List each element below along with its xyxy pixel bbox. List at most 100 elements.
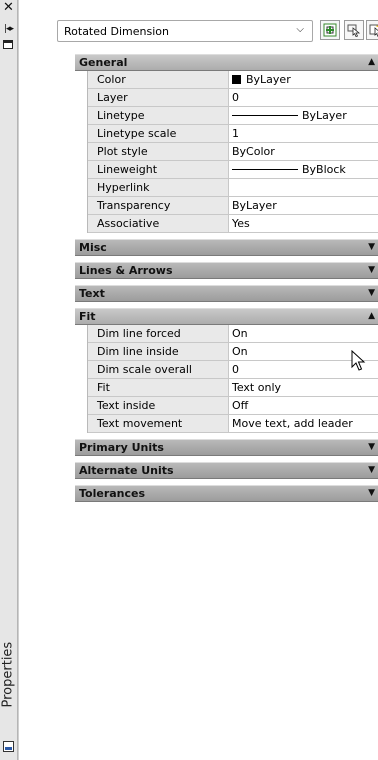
expand-arrow-icon[interactable]: ▼ xyxy=(368,442,375,452)
property-label: Linetype xyxy=(88,107,229,124)
property-value[interactable]: 0 xyxy=(229,89,378,106)
property-label: Dim line inside xyxy=(88,343,229,360)
property-label: Linetype scale xyxy=(88,125,229,142)
category-header[interactable]: Tolerances ▼ xyxy=(75,485,378,502)
mouse-cursor-icon xyxy=(351,350,366,371)
category-label: General xyxy=(79,56,128,69)
property-row[interactable]: Lineweight ByBlock xyxy=(88,161,378,179)
expand-arrow-icon[interactable]: ▼ xyxy=(368,265,375,275)
property-value[interactable]: 1 xyxy=(229,125,378,142)
property-label: Color xyxy=(88,71,229,88)
property-value-text: On xyxy=(232,345,248,358)
quick-select-button[interactable] xyxy=(366,20,378,40)
property-label: Fit xyxy=(88,379,229,396)
property-value-text: ByColor xyxy=(232,145,275,158)
line-sample-icon xyxy=(232,169,298,170)
properties-panel: Rotated Dimension ⌵ General ▲ Color ByLa… xyxy=(18,0,378,760)
property-row[interactable]: Layer 0 xyxy=(88,89,378,107)
property-value[interactable]: ByColor xyxy=(229,143,378,160)
property-value[interactable]: On xyxy=(229,325,378,342)
property-value-text: ByBlock xyxy=(302,163,346,176)
selection-toolbar: Rotated Dimension ⌵ xyxy=(57,20,378,44)
property-row[interactable]: Fit Text only xyxy=(88,379,378,397)
property-row[interactable]: Color ByLayer xyxy=(88,71,378,89)
property-row[interactable]: Text movement Move text, add leader xyxy=(88,415,378,433)
property-label: Plot style xyxy=(88,143,229,160)
property-row[interactable]: Text inside Off xyxy=(88,397,378,415)
property-label: Layer xyxy=(88,89,229,106)
property-label: Text inside xyxy=(88,397,229,414)
property-label: Transparency xyxy=(88,197,229,214)
property-value-text: On xyxy=(232,327,248,340)
close-icon[interactable]: ✕ xyxy=(3,1,14,14)
palette-title-strip[interactable]: ✕ |◂▸ Properties xyxy=(0,0,18,760)
expand-arrow-icon[interactable]: ▼ xyxy=(368,488,375,498)
expand-arrow-icon[interactable]: ▼ xyxy=(368,288,375,298)
palette-title: Properties xyxy=(0,641,16,708)
property-value[interactable] xyxy=(229,179,378,196)
property-row[interactable]: Hyperlink xyxy=(88,179,378,197)
property-value[interactable]: Move text, add leader xyxy=(229,415,378,432)
pickadd-icon xyxy=(323,23,337,37)
property-value[interactable]: Off xyxy=(229,397,378,414)
property-value[interactable]: Text only xyxy=(229,379,378,396)
property-label: Dim scale overall xyxy=(88,361,229,378)
collapse-arrow-icon[interactable]: ▲ xyxy=(368,311,375,321)
object-type-value: Rotated Dimension xyxy=(64,25,169,38)
category-header[interactable]: General ▲ xyxy=(75,54,378,71)
property-row[interactable]: Transparency ByLayer xyxy=(88,197,378,215)
property-label: Associative xyxy=(88,215,229,232)
property-label: Lineweight xyxy=(88,161,229,178)
category-label: Alternate Units xyxy=(79,464,174,477)
category-header[interactable]: Primary Units ▼ xyxy=(75,439,378,456)
object-type-dropdown[interactable]: Rotated Dimension ⌵ xyxy=(57,20,313,42)
category-header[interactable]: Text ▼ xyxy=(75,285,378,302)
line-sample-icon xyxy=(232,115,298,116)
property-value-text: ByLayer xyxy=(246,73,291,86)
category-header[interactable]: Misc ▼ xyxy=(75,239,378,256)
pickadd-toggle-button[interactable] xyxy=(320,20,340,40)
expand-arrow-icon[interactable]: ▼ xyxy=(368,242,375,252)
autohide-icon[interactable]: |◂▸ xyxy=(3,24,14,35)
palette-icon[interactable] xyxy=(3,741,14,752)
property-value-text: Text only xyxy=(232,381,282,394)
property-row[interactable]: Dim line inside On xyxy=(88,343,378,361)
category-header[interactable]: Fit ▲ xyxy=(75,308,378,325)
collapse-arrow-icon[interactable]: ▲ xyxy=(368,57,375,67)
property-value-text: Off xyxy=(232,399,249,412)
property-value-text: 1 xyxy=(232,127,239,140)
property-value-text: Move text, add leader xyxy=(232,417,353,430)
category-header[interactable]: Lines & Arrows ▼ xyxy=(75,262,378,279)
property-row[interactable]: Linetype ByLayer xyxy=(88,107,378,125)
property-value[interactable]: ByBlock xyxy=(229,161,378,178)
property-label: Hyperlink xyxy=(88,179,229,196)
property-row[interactable]: Dim scale overall 0 xyxy=(88,361,378,379)
property-row[interactable]: Associative Yes xyxy=(88,215,378,233)
property-value[interactable]: ByLayer xyxy=(229,71,378,88)
property-value[interactable]: Yes xyxy=(229,215,378,232)
property-value[interactable]: ByLayer xyxy=(229,197,378,214)
property-value-text: ByLayer xyxy=(232,199,277,212)
select-objects-icon xyxy=(347,24,361,37)
category-rows: Color ByLayer Layer 0 Linetype ByLayer Linetyp… xyxy=(87,71,378,233)
category-label: Misc xyxy=(79,241,107,254)
category-rows: Dim line forced On Dim line inside On Dim sc… xyxy=(87,325,378,433)
palette-properties-icon[interactable] xyxy=(3,40,14,51)
category-label: Primary Units xyxy=(79,441,164,454)
property-row[interactable]: Dim line forced On xyxy=(88,325,378,343)
expand-arrow-icon[interactable]: ▼ xyxy=(368,465,375,475)
property-value-text: ByLayer xyxy=(302,109,347,122)
property-value[interactable]: ByLayer xyxy=(229,107,378,124)
property-value-text: 0 xyxy=(232,91,239,104)
chevron-down-icon: ⌵ xyxy=(296,24,304,35)
category-label: Text xyxy=(79,287,105,300)
property-label: Text movement xyxy=(88,415,229,432)
category-label: Fit xyxy=(79,310,96,323)
color-swatch-icon xyxy=(232,75,241,84)
property-row[interactable]: Plot style ByColor xyxy=(88,143,378,161)
select-objects-button[interactable] xyxy=(344,20,364,40)
property-row[interactable]: Linetype scale 1 xyxy=(88,125,378,143)
category-header[interactable]: Alternate Units ▼ xyxy=(75,462,378,479)
category-label: Tolerances xyxy=(79,487,146,500)
category-label: Lines & Arrows xyxy=(79,264,173,277)
